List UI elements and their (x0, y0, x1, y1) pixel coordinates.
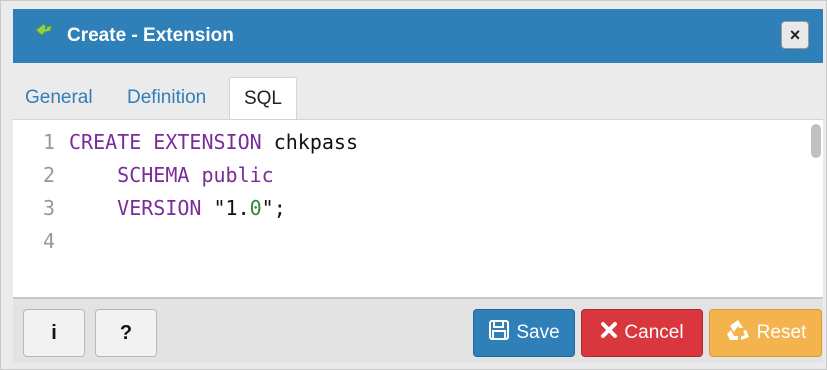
cancel-button[interactable]: Cancel (581, 309, 703, 357)
save-label: Save (516, 322, 560, 343)
editor-scrollbar[interactable] (811, 124, 821, 158)
close-button[interactable]: × (781, 21, 809, 49)
tab-bar: General Definition SQL (13, 63, 823, 119)
tab-definition[interactable]: Definition (127, 77, 206, 119)
code-token: chkpass (261, 130, 358, 154)
dialog-title: Create - Extension (67, 25, 234, 46)
line-number-gutter: 1 2 3 4 (13, 120, 61, 297)
tab-general[interactable]: General (25, 77, 93, 119)
sql-editor[interactable]: 1 2 3 4 CREATE EXTENSION chkpass SCHEMA … (13, 119, 823, 297)
line-number: 4 (42, 229, 55, 253)
dialog-footer: i ? Save Cancel Reset (13, 297, 823, 363)
close-icon: × (789, 24, 801, 45)
line-number: 3 (42, 196, 55, 220)
line-number: 1 (42, 130, 55, 154)
code-token: "; (261, 196, 286, 220)
reset-button[interactable]: Reset (709, 309, 822, 357)
x-icon (600, 321, 618, 345)
code-token: 0 (249, 196, 262, 220)
code-token: public (189, 163, 274, 187)
code-line: VERSION "1.0"; (69, 196, 286, 220)
cancel-label: Cancel (624, 322, 684, 343)
code-line: CREATE EXTENSION chkpass (69, 130, 358, 154)
code-token: SCHEMA (69, 163, 190, 187)
line-number: 2 (42, 163, 55, 187)
floppy-disk-icon (488, 319, 510, 347)
dialog-titlebar[interactable]: Create - Extension × (13, 9, 823, 63)
code-line: SCHEMA public (69, 163, 274, 187)
code-token: VERSION (69, 196, 202, 220)
tab-sql[interactable]: SQL (229, 77, 297, 119)
elephant-icon (33, 20, 55, 42)
reset-label: Reset (756, 322, 807, 343)
code-token: "1. (201, 196, 250, 220)
help-icon: ? (119, 321, 133, 344)
recycle-icon (725, 318, 751, 348)
info-button[interactable]: i (23, 309, 85, 357)
info-icon: i (51, 321, 57, 344)
help-button[interactable]: ? (95, 309, 157, 357)
code-token: CREATE EXTENSION (69, 130, 262, 154)
save-button[interactable]: Save (473, 309, 575, 357)
create-extension-dialog: Create - Extension × General Definition … (0, 0, 827, 370)
